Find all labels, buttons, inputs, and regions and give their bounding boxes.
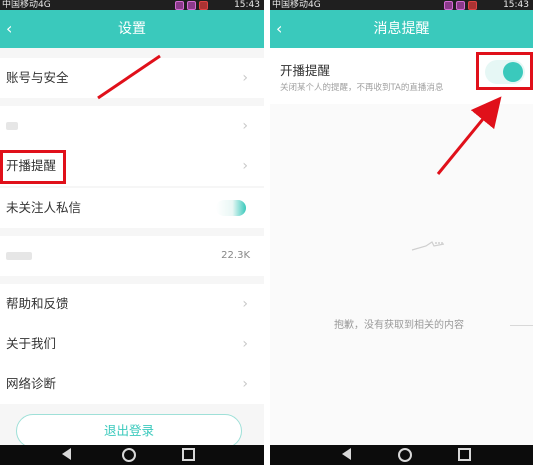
message-reminder-screen: 中国移动4G 15:43 ‹ 消息提醒 开播提醒 关闭某个人的提醒，不再收到TA… — [270, 0, 533, 465]
annotation-arrow — [97, 54, 161, 100]
settings-screen: 中国移动4G 15:43 ‹ 设置 账号与安全 › › 开播提醒 › 未关注人私… — [0, 0, 264, 465]
annotation-arrow — [436, 96, 502, 175]
